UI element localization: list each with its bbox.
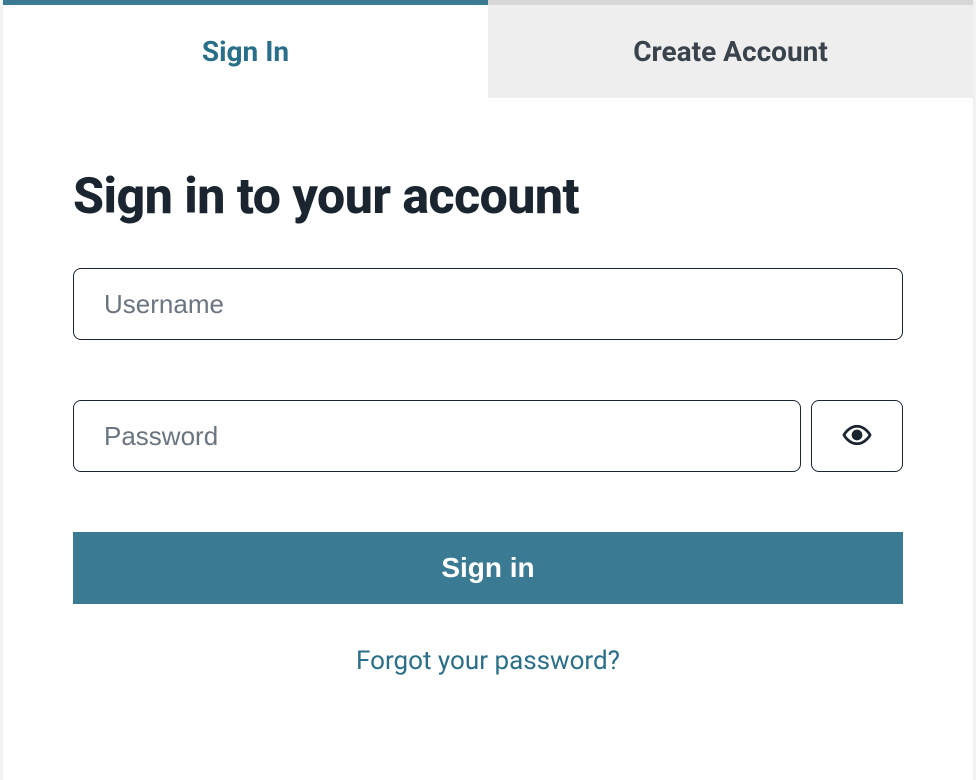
- signin-panel: Sign in to your account Sign in Forgot y…: [3, 98, 973, 716]
- password-input[interactable]: [73, 400, 801, 472]
- signin-button[interactable]: Sign in: [73, 532, 903, 604]
- signin-button-label: Sign in: [441, 552, 534, 583]
- tab-create-account[interactable]: Create Account: [488, 0, 973, 98]
- auth-tabs: Sign In Create Account: [3, 0, 973, 98]
- page-title: Sign in to your account: [73, 168, 903, 226]
- username-input[interactable]: [73, 268, 903, 340]
- toggle-password-visibility-button[interactable]: [811, 400, 903, 472]
- forgot-password-link[interactable]: Forgot your password?: [73, 646, 903, 676]
- tab-create-account-label: Create Account: [633, 35, 828, 68]
- tab-signin-label: Sign In: [202, 35, 289, 68]
- forgot-password-label: Forgot your password?: [356, 646, 620, 676]
- eye-icon: [842, 420, 872, 453]
- username-field-row: [73, 268, 903, 340]
- password-field-row: [73, 400, 903, 472]
- tab-signin[interactable]: Sign In: [3, 0, 488, 98]
- auth-card: Sign In Create Account Sign in to your a…: [3, 0, 973, 780]
